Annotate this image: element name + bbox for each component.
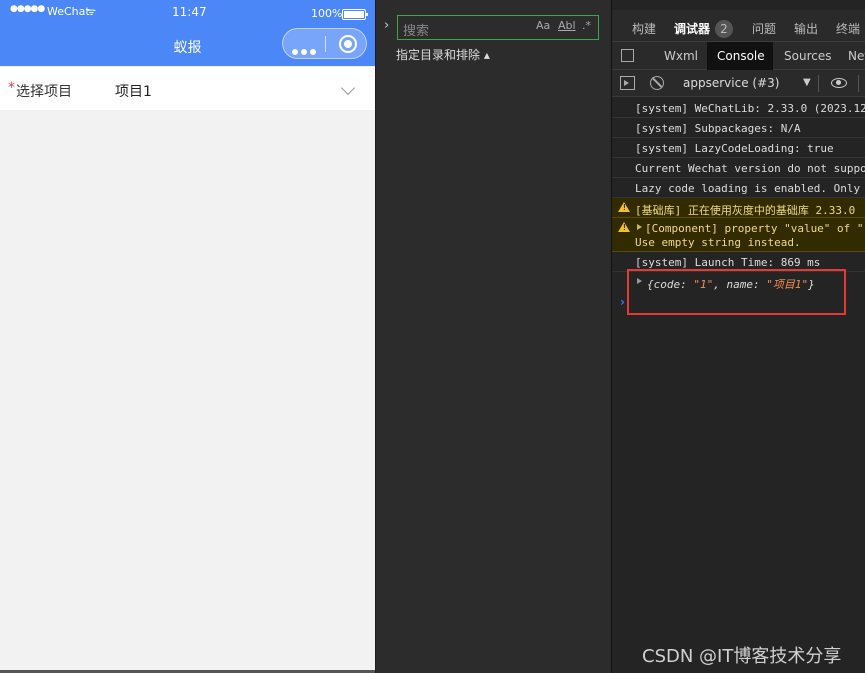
console-log-line: [system] LazyCodeLoading: true <box>612 138 865 158</box>
project-label: 选择项目 <box>16 84 72 100</box>
navigation-bar: 蚁报 <box>0 20 375 66</box>
live-expression-eye-icon[interactable] <box>831 78 847 88</box>
tab-console-label: Console <box>717 49 765 63</box>
highlight-box <box>627 269 846 315</box>
devtools-sub-tabs: Wxml Console Sources Network <box>612 42 865 70</box>
console-log-line: [system] WeChatLib: 2.33.0 (2023.12 <box>612 98 865 118</box>
console-warning-line: [基础库] 正在使用灰度中的基础库 2.33.0 <box>612 198 865 218</box>
chevron-down-icon[interactable] <box>340 80 356 96</box>
search-panel: › 搜索 Aa Abl .* 指定目录和排除 ▴ <box>375 0 611 673</box>
battery-icon <box>342 9 368 20</box>
whole-word-button[interactable]: Abl <box>558 19 576 32</box>
regex-button[interactable]: .* <box>582 19 591 32</box>
warning-icon <box>618 222 630 232</box>
tab-build[interactable]: 构建 <box>632 20 656 37</box>
status-time: 11:47 <box>172 5 207 19</box>
console-warning-line[interactable]: [Component] property "value" of "r Use e… <box>612 218 865 252</box>
tab-terminal[interactable]: 终端 <box>836 20 860 37</box>
include-exclude-toggle[interactable]: 指定目录和排除 ▴ <box>396 46 490 63</box>
tab-sources[interactable]: Sources <box>784 49 831 63</box>
warning-icon <box>618 202 630 212</box>
required-mark: * <box>8 80 15 96</box>
screen: ●●●●● WeChat ᯤ 11:47 100% 蚁报 * 选择项目 项目1 … <box>0 0 865 673</box>
capsule-divider <box>325 36 326 52</box>
match-case-button[interactable]: Aa <box>536 19 550 32</box>
context-selector[interactable]: appservice (#3) <box>683 76 779 90</box>
console-log-line: Current Wechat version do not suppo <box>612 158 865 178</box>
console-prompt[interactable]: › <box>620 295 625 309</box>
expand-triangle-icon[interactable] <box>637 224 642 230</box>
tab-problems[interactable]: 问题 <box>752 20 776 37</box>
toolbar-divider <box>858 75 859 92</box>
console-log-line: [system] Subpackages: N/A <box>612 118 865 138</box>
devtools-top-tabs: 构建 调试器 2 问题 输出 终端 <box>612 10 865 42</box>
tab-debugger[interactable]: 调试器 <box>674 20 710 37</box>
tab-console[interactable]: Console <box>707 42 773 70</box>
sidebar-toggle-icon[interactable] <box>620 76 635 90</box>
devtools-panel: 构建 调试器 2 问题 输出 终端 Wxml Console Sources N… <box>611 0 865 673</box>
more-icon[interactable] <box>292 40 320 55</box>
chevron-right-icon[interactable]: › <box>384 18 389 33</box>
tab-network[interactable]: Network <box>848 49 865 63</box>
menu-capsule <box>282 28 367 59</box>
console-log-line: Lazy code loading is enabled. Only <box>612 178 865 198</box>
signal-icon: ●●●●● <box>10 4 45 14</box>
toolbar-divider <box>818 75 819 92</box>
tab-wxml[interactable]: Wxml <box>664 49 698 63</box>
console-toolbar: appservice (#3) ▼ <box>612 70 865 97</box>
issue-count-badge: 2 <box>715 20 733 38</box>
tab-output[interactable]: 输出 <box>794 20 818 37</box>
carrier-label: WeChat <box>47 5 90 18</box>
clear-console-icon[interactable] <box>650 76 664 90</box>
close-miniprogram-icon[interactable] <box>339 35 357 53</box>
watermark: CSDN @IT博客技术分享 <box>642 646 842 667</box>
inspect-element-icon[interactable] <box>621 49 634 62</box>
project-value[interactable]: 项目1 <box>115 81 152 101</box>
search-placeholder: 搜索 <box>403 24 430 39</box>
wifi-icon: ᯤ <box>87 7 97 18</box>
battery-percent: 100% <box>311 7 343 20</box>
project-picker-row[interactable]: * 选择项目 项目1 <box>0 67 375 110</box>
dropdown-arrow-icon[interactable]: ▼ <box>803 77 811 88</box>
phone-simulator: ●●●●● WeChat ᯤ 11:47 100% 蚁报 * 选择项目 项目1 <box>0 0 375 673</box>
search-input[interactable]: 搜索 Aa Abl .* <box>397 15 599 40</box>
status-bar: ●●●●● WeChat ᯤ 11:47 100% <box>0 0 375 20</box>
